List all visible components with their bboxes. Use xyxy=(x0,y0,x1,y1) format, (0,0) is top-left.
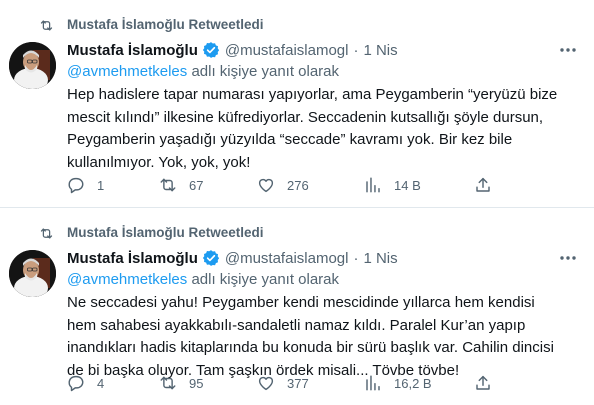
avatar-image xyxy=(9,250,56,297)
heart-icon xyxy=(258,376,274,391)
tweet[interactable]: Mustafa İslamoğlu Retweetledi Mustafa İs… xyxy=(0,0,594,208)
verified-badge-icon xyxy=(202,250,219,266)
views-icon xyxy=(366,177,380,193)
tweet-date[interactable]: 1 Nis xyxy=(363,250,397,267)
retweet-icon xyxy=(40,20,53,31)
retweet-count: 95 xyxy=(189,375,204,391)
share-button[interactable] xyxy=(474,174,492,196)
avatar-image xyxy=(9,42,56,89)
reply-mention-link[interactable]: @avmehmetkeles xyxy=(67,271,187,288)
like-button[interactable]: 377 xyxy=(257,372,309,394)
share-icon xyxy=(476,375,490,390)
like-count: 377 xyxy=(287,375,309,391)
author-name[interactable]: Mustafa İslamoğlu xyxy=(67,42,198,59)
tweet-actions: 4 95 377 16,2 B xyxy=(67,372,587,394)
more-icon[interactable] xyxy=(558,250,578,266)
author-handle[interactable]: @mustafaislamogl xyxy=(225,250,349,267)
tweet-text: Ne seccadesi yahu! Peygamber kendi mesci… xyxy=(67,294,554,379)
tweet-header: Mustafa İslamoğlu @mustafaislamogl · 1 N… xyxy=(67,40,398,60)
tweet-actions: 1 67 276 14 B xyxy=(67,174,587,196)
retweet-label[interactable]: Mustafa İslamoğlu Retweetledi xyxy=(67,17,264,32)
views-button[interactable]: 16,2 B xyxy=(364,372,432,394)
separator-dot: · xyxy=(353,41,359,59)
more-icon[interactable] xyxy=(558,42,578,58)
separator-dot: · xyxy=(353,249,359,267)
retweet-icon xyxy=(40,228,53,239)
reply-icon xyxy=(68,177,84,194)
reply-button[interactable]: 1 xyxy=(67,174,104,196)
tweet-date[interactable]: 1 Nis xyxy=(363,42,397,59)
share-button[interactable] xyxy=(474,372,492,394)
retweet-label[interactable]: Mustafa İslamoğlu Retweetledi xyxy=(67,225,264,240)
retweet-count: 67 xyxy=(189,177,204,193)
reply-count: 1 xyxy=(97,177,105,193)
retweet-button[interactable]: 67 xyxy=(159,174,203,196)
avatar[interactable] xyxy=(9,250,56,297)
author-name[interactable]: Mustafa İslamoğlu xyxy=(67,250,198,267)
reply-suffix: adlı kişiye yanıt olarak xyxy=(187,63,340,80)
reply-mention-link[interactable]: @avmehmetkeles xyxy=(67,63,187,80)
like-button[interactable]: 276 xyxy=(257,174,309,196)
reply-button[interactable]: 4 xyxy=(67,372,104,394)
avatar[interactable] xyxy=(9,42,56,89)
retweet-icon xyxy=(160,178,176,192)
views-count: 14 B xyxy=(394,177,421,193)
reply-context: @avmehmetkeles adlı kişiye yanıt olarak xyxy=(67,63,339,80)
views-button[interactable]: 14 B xyxy=(364,174,421,196)
verified-badge-icon xyxy=(202,42,219,58)
reply-count: 4 xyxy=(97,375,105,391)
heart-icon xyxy=(258,178,274,193)
reply-context: @avmehmetkeles adlı kişiye yanıt olarak xyxy=(67,271,339,288)
retweet-button[interactable]: 95 xyxy=(159,372,203,394)
share-icon xyxy=(476,177,490,192)
tweet-header: Mustafa İslamoğlu @mustafaislamogl · 1 N… xyxy=(67,248,398,268)
tweet-feed: Mustafa İslamoğlu Retweetledi Mustafa İs… xyxy=(0,0,594,405)
reply-suffix: adlı kişiye yanıt olarak xyxy=(187,271,340,288)
views-count: 16,2 B xyxy=(394,375,432,391)
views-icon xyxy=(366,375,380,391)
reply-icon xyxy=(68,375,84,392)
retweet-icon xyxy=(160,376,176,390)
like-count: 276 xyxy=(287,177,309,193)
author-handle[interactable]: @mustafaislamogl xyxy=(225,42,349,59)
tweet[interactable]: Mustafa İslamoğlu Retweetledi Mustafa İs… xyxy=(0,208,594,405)
tweet-text: Hep hadislere tapar numarası yapıyorlar,… xyxy=(67,86,558,171)
